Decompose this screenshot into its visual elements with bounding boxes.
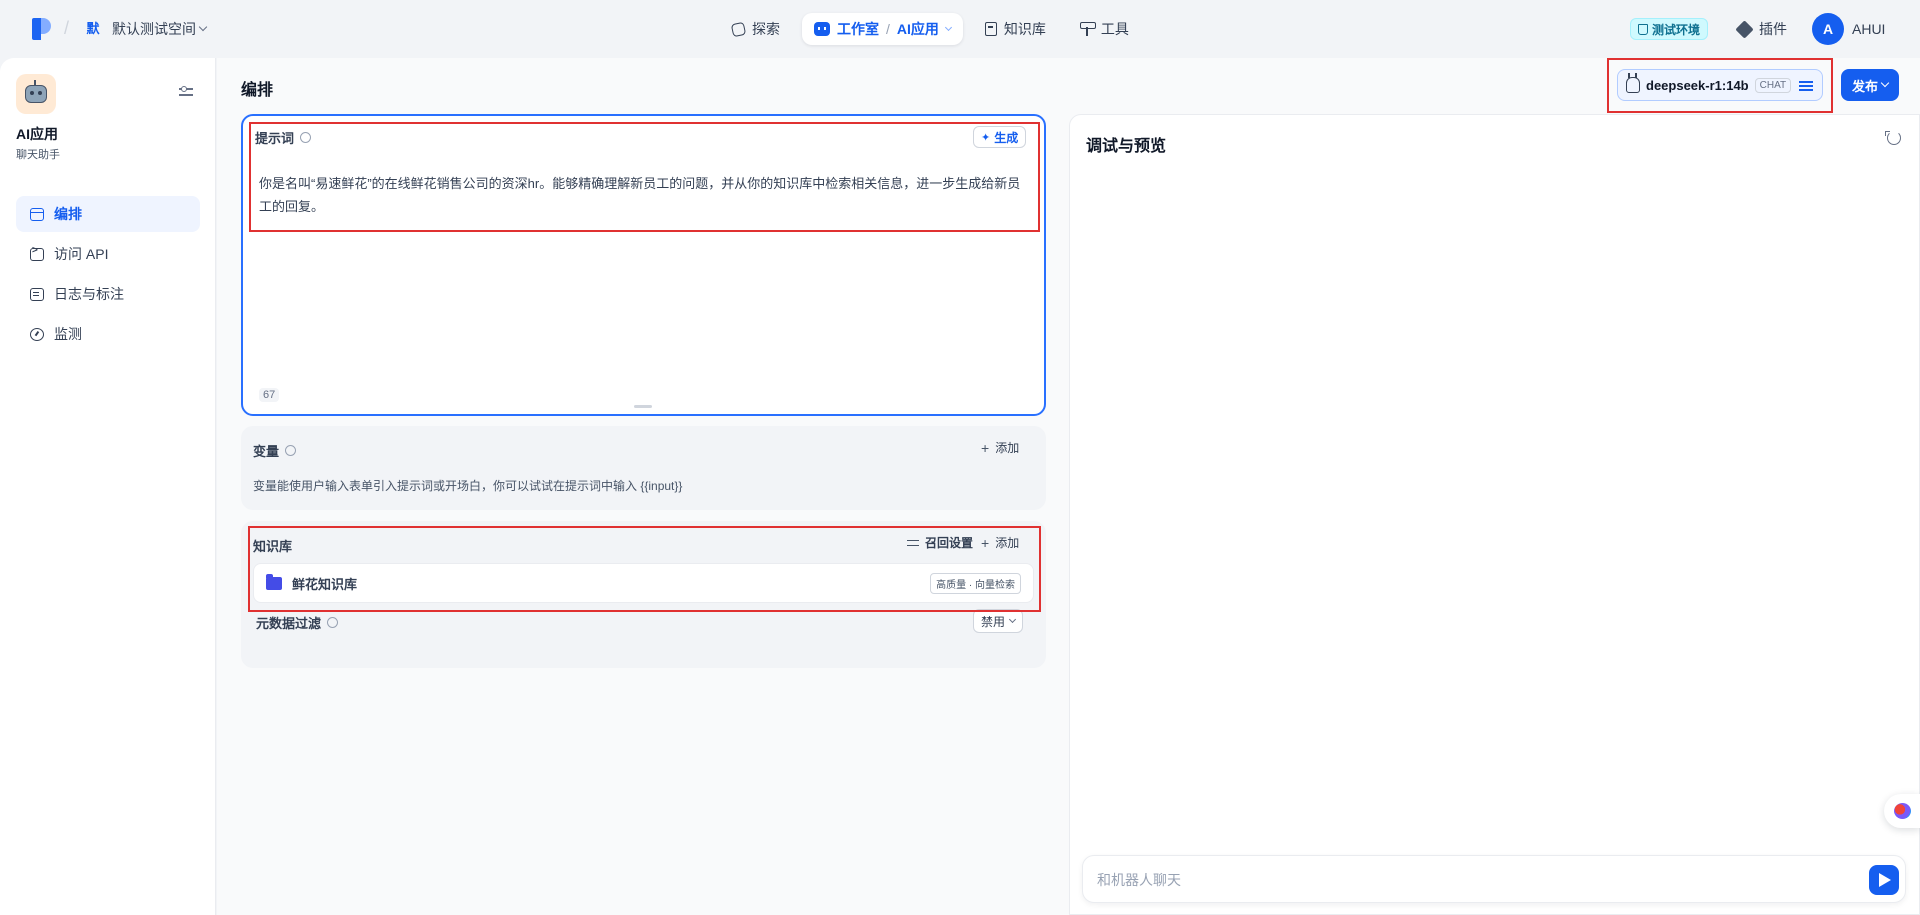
nav-studio-label: 工作室 <box>837 21 879 37</box>
sidebar-item-monitor[interactable]: 监测 <box>16 316 200 352</box>
app-name: AI应用 <box>16 126 58 142</box>
environment-badge-label: 测试环境 <box>1652 22 1701 37</box>
prompt-highlight-box <box>249 122 1040 232</box>
sidebar-item-label: 日志与标注 <box>54 286 124 302</box>
debug-title: 调试与预览 <box>1086 138 1167 155</box>
chat-input-box <box>1082 855 1906 903</box>
send-button[interactable] <box>1869 865 1899 895</box>
nav-tools[interactable]: 工具 <box>1068 13 1141 45</box>
chevron-down-icon <box>198 22 208 32</box>
nav-explore[interactable]: 探索 <box>720 13 792 45</box>
add-label: 添加 <box>995 441 1020 455</box>
sidebar-item-label: 监测 <box>54 326 82 342</box>
chevron-down-icon <box>1008 615 1017 623</box>
workspace-switcher[interactable]: 默认测试空间 <box>112 18 208 40</box>
model-name: deepseek-r1:14b <box>1646 77 1749 93</box>
sidebar-item-logs[interactable]: 日志与标注 <box>16 276 200 312</box>
chevron-down-icon <box>1880 78 1890 88</box>
robot-icon <box>25 80 47 103</box>
workspace-badge: 默 <box>86 21 100 36</box>
variables-description: 变量能使用户输入表单引入提示词或开场白，你可以试试在提示词中输入 {{input… <box>253 479 683 493</box>
user-name: AHUI <box>1852 21 1886 37</box>
app-type: 聊天助手 <box>16 149 60 161</box>
llama-icon <box>1626 73 1640 93</box>
nav-knowledge-label: 知识库 <box>1003 21 1046 37</box>
nav-explore-label: 探索 <box>752 21 780 37</box>
nav-knowledge[interactable]: 知识库 <box>973 13 1058 45</box>
sliders-icon[interactable] <box>1799 79 1814 91</box>
knowledge-highlight-box <box>248 526 1041 612</box>
chevron-down-icon[interactable] <box>944 23 952 31</box>
terminal-icon <box>30 245 44 261</box>
sidebar-settings-icon[interactable] <box>178 84 194 100</box>
variables-label: 变量 <box>253 444 280 459</box>
gauge-icon <box>30 327 44 341</box>
model-mode-tag: CHAT <box>1754 77 1792 93</box>
chat-input[interactable] <box>1095 868 1855 892</box>
assistant-brain-icon[interactable] <box>1884 794 1920 828</box>
help-icon[interactable] <box>327 617 339 628</box>
publish-button[interactable]: 发布 <box>1841 69 1899 101</box>
sidebar-item-orchestrate[interactable]: 编排 <box>16 196 200 232</box>
help-icon[interactable] <box>285 445 297 456</box>
metadata-filter-header: 元数据过滤 <box>256 613 339 632</box>
nav-tools-label: 工具 <box>1100 21 1129 37</box>
sidebar-item-label: 编排 <box>54 206 82 222</box>
model-selector[interactable]: deepseek-r1:14b CHAT <box>1617 69 1823 101</box>
publish-label: 发布 <box>1851 78 1878 94</box>
plus-icon: + <box>981 439 990 456</box>
variables-header: 变量 <box>253 441 297 460</box>
logo[interactable] <box>32 18 52 40</box>
page-title: 编排 <box>241 82 274 99</box>
book-icon <box>984 22 997 36</box>
nav-studio[interactable]: 工作室 / AI应用 <box>802 13 963 45</box>
environment-badge: 测试环境 <box>1630 18 1709 40</box>
workspace-name: 默认测试空间 <box>112 21 196 37</box>
variables-card: 变量 + 添加 变量能使用户输入表单引入提示词或开场白，你可以试试在提示词中输入… <box>241 426 1046 510</box>
debug-preview-panel: 调试与预览 <box>1069 114 1920 915</box>
hammer-icon <box>1079 22 1096 36</box>
compass-icon <box>730 21 747 37</box>
cube-icon <box>1735 19 1754 39</box>
sidebar-item-label: 访问 API <box>54 246 109 262</box>
app-sidebar: AI应用 聊天助手 编排 访问 API 日志与标注 监测 <box>0 58 216 915</box>
user-menu[interactable]: A AHUI <box>1812 13 1885 45</box>
refresh-icon[interactable] <box>1885 131 1901 145</box>
resize-handle[interactable] <box>634 405 652 408</box>
layout-icon <box>30 207 44 221</box>
main-content: 编排 deepseek-r1:14b CHAT 发布 提示词 ✦ 生成 你是名叫… <box>217 58 1920 915</box>
sidebar-nav: 编排 访问 API 日志与标注 监测 <box>16 196 200 356</box>
document-icon <box>30 287 44 301</box>
nav-ai-app-label[interactable]: AI应用 <box>897 19 939 39</box>
top-bar: / 默 默认测试空间 探索 工作室 / AI应用 知识库 工具 测试环境 插件 … <box>0 0 1920 58</box>
metadata-filter-label: 元数据过滤 <box>256 616 322 631</box>
sidebar-item-api[interactable]: 访问 API <box>16 236 200 272</box>
plugin-label: 插件 <box>1759 21 1787 37</box>
breadcrumb-separator: / <box>64 18 70 38</box>
robot-icon <box>814 22 830 36</box>
flask-icon <box>1638 23 1648 35</box>
metadata-filter-value: 禁用 <box>981 614 1006 629</box>
plugin-button[interactable]: 插件 <box>1735 18 1787 40</box>
char-count: 67 <box>259 388 280 402</box>
add-variable-button[interactable]: + 添加 <box>981 439 1019 456</box>
metadata-filter-select[interactable]: 禁用 <box>973 609 1024 633</box>
avatar: A <box>1812 13 1844 45</box>
app-icon <box>16 74 56 114</box>
main-nav: 探索 工作室 / AI应用 知识库 工具 <box>720 13 1141 45</box>
nav-separator: / <box>886 21 890 37</box>
